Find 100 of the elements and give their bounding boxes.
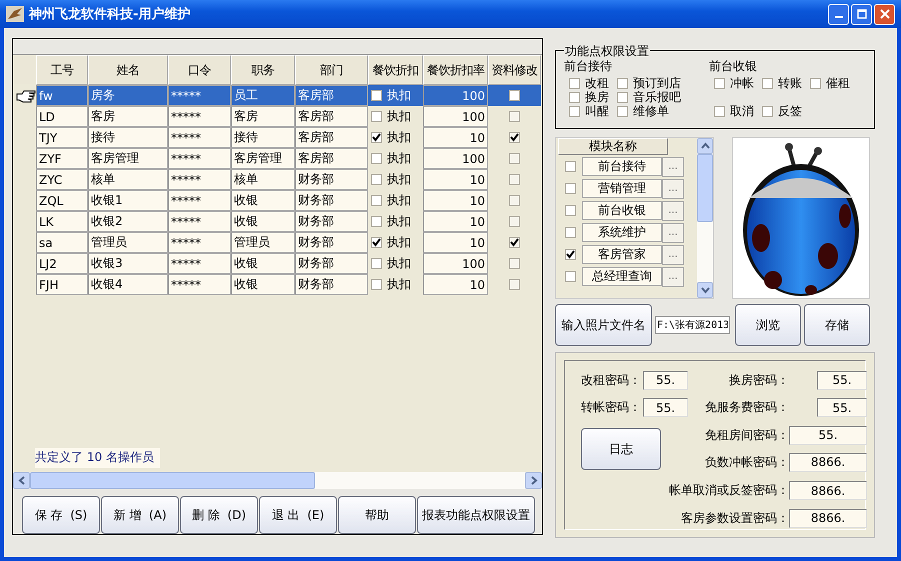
- vertical-scrollbar[interactable]: [697, 138, 713, 298]
- table-cell: 财务部: [295, 169, 368, 190]
- checkbox[interactable]: [509, 279, 520, 290]
- checkbox[interactable]: [509, 258, 520, 269]
- password-field[interactable]: 55.: [643, 370, 688, 390]
- scroll-right-button[interactable]: [525, 472, 542, 489]
- log-button[interactable]: 日志: [581, 428, 661, 470]
- table-cell: TJY: [36, 127, 88, 148]
- password-field[interactable]: 55.: [789, 426, 867, 444]
- action-button[interactable]: 帮助: [338, 496, 416, 534]
- ellipsis-button[interactable]: ...: [662, 244, 684, 264]
- checkbox[interactable]: [371, 237, 382, 248]
- browse-button[interactable]: 浏览: [735, 304, 801, 346]
- table-cell: 100: [423, 253, 488, 274]
- ellipsis-button[interactable]: ...: [662, 178, 684, 198]
- field-label: 免租房间密码：: [705, 426, 789, 444]
- checkbox[interactable]: [371, 279, 382, 290]
- table-cell: 10: [423, 190, 488, 211]
- maximize-button[interactable]: [851, 4, 872, 24]
- table-cell: 10: [423, 232, 488, 253]
- table-cell: ZYC: [36, 169, 88, 190]
- action-button[interactable]: 删 除 (D): [180, 496, 258, 534]
- table-cell: 客房管家: [582, 245, 662, 264]
- save-button[interactable]: 存储: [804, 304, 870, 346]
- action-button[interactable]: 退 出 (E): [259, 496, 337, 534]
- table-cell: LJ2: [36, 253, 88, 274]
- close-button[interactable]: [874, 4, 895, 24]
- password-field[interactable]: 8866.: [789, 481, 867, 500]
- field-label: 客房参数设置密码：: [681, 510, 789, 526]
- checkbox[interactable]: [509, 216, 520, 227]
- table-cell: 收银: [231, 190, 295, 211]
- action-button[interactable]: 报表功能点权限设置: [417, 496, 535, 534]
- checkbox[interactable]: [565, 249, 576, 260]
- checkbox[interactable]: [810, 78, 821, 88]
- table-cell: 收银3: [88, 253, 168, 274]
- action-button[interactable]: 保 存 (S): [22, 496, 100, 534]
- checkbox-label: 执扣: [387, 171, 411, 188]
- window-title: 神州飞龙软件科技-用户维护: [29, 6, 192, 23]
- scroll-up-button[interactable]: [697, 138, 713, 154]
- checkbox[interactable]: [371, 90, 382, 101]
- ellipsis-button[interactable]: ...: [662, 266, 684, 286]
- scroll-thumb[interactable]: [697, 154, 713, 222]
- table-cell: *****: [168, 127, 231, 148]
- scroll-thumb[interactable]: [30, 472, 315, 489]
- checkbox[interactable]: [509, 90, 520, 101]
- checkbox[interactable]: [569, 106, 580, 116]
- column-header: 餐饮折扣: [368, 55, 423, 85]
- checkbox[interactable]: [565, 161, 576, 172]
- action-button[interactable]: 新 增 (A): [101, 496, 179, 534]
- checkbox[interactable]: [565, 227, 576, 238]
- checkbox[interactable]: [371, 153, 382, 164]
- checkbox[interactable]: [617, 92, 628, 102]
- password-field[interactable]: 55.: [817, 398, 867, 417]
- password-field[interactable]: 8866.: [789, 452, 867, 472]
- horizontal-scrollbar[interactable]: [13, 472, 542, 489]
- checkbox[interactable]: [714, 106, 725, 116]
- ellipsis-button[interactable]: ...: [662, 222, 684, 242]
- checkbox[interactable]: [509, 174, 520, 185]
- checkbox[interactable]: [762, 106, 773, 116]
- checkbox[interactable]: [509, 153, 520, 164]
- checkbox[interactable]: [371, 174, 382, 185]
- checkbox[interactable]: [565, 205, 576, 216]
- checkbox[interactable]: [762, 78, 773, 88]
- table-cell: 客房部: [295, 148, 368, 169]
- table-cell: *****: [168, 106, 231, 127]
- password-field[interactable]: 55.: [817, 370, 867, 390]
- checkbox[interactable]: [565, 183, 576, 194]
- checkbox[interactable]: [371, 195, 382, 206]
- checkbox[interactable]: [569, 78, 580, 88]
- checkbox[interactable]: [509, 195, 520, 206]
- checkbox[interactable]: [371, 216, 382, 227]
- table-cell: 接待: [231, 127, 295, 148]
- ellipsis-button[interactable]: ...: [662, 200, 684, 220]
- field-label: 改租密码：: [581, 372, 642, 388]
- table-cell: 员工: [231, 85, 295, 106]
- checkbox[interactable]: [617, 78, 628, 88]
- ellipsis-button[interactable]: ...: [662, 156, 684, 176]
- checkbox[interactable]: [569, 92, 580, 102]
- checkbox[interactable]: [371, 132, 382, 143]
- table-cell: 财务部: [295, 253, 368, 274]
- checkbox-label: 维修单: [633, 103, 669, 120]
- checkbox-label: 预订到店: [633, 74, 681, 91]
- table-cell: 客房: [88, 106, 168, 127]
- table-cell: 100: [423, 106, 488, 127]
- checkbox[interactable]: [714, 78, 725, 88]
- scroll-down-button[interactable]: [697, 282, 713, 298]
- checkbox[interactable]: [565, 271, 576, 282]
- password-field[interactable]: 55.: [643, 398, 688, 417]
- checkbox[interactable]: [509, 111, 520, 122]
- checkbox[interactable]: [371, 111, 382, 122]
- checkbox[interactable]: [371, 258, 382, 269]
- minimize-button[interactable]: [828, 4, 849, 24]
- scroll-left-button[interactable]: [13, 472, 30, 489]
- table-cell: 房务: [88, 85, 168, 106]
- checkbox[interactable]: [617, 106, 628, 116]
- checkbox-label: 执扣: [387, 276, 411, 293]
- password-field[interactable]: 8866.: [789, 508, 867, 528]
- photo-file-button[interactable]: 输入照片文件名: [555, 304, 652, 346]
- checkbox[interactable]: [509, 237, 520, 248]
- checkbox[interactable]: [509, 132, 520, 143]
